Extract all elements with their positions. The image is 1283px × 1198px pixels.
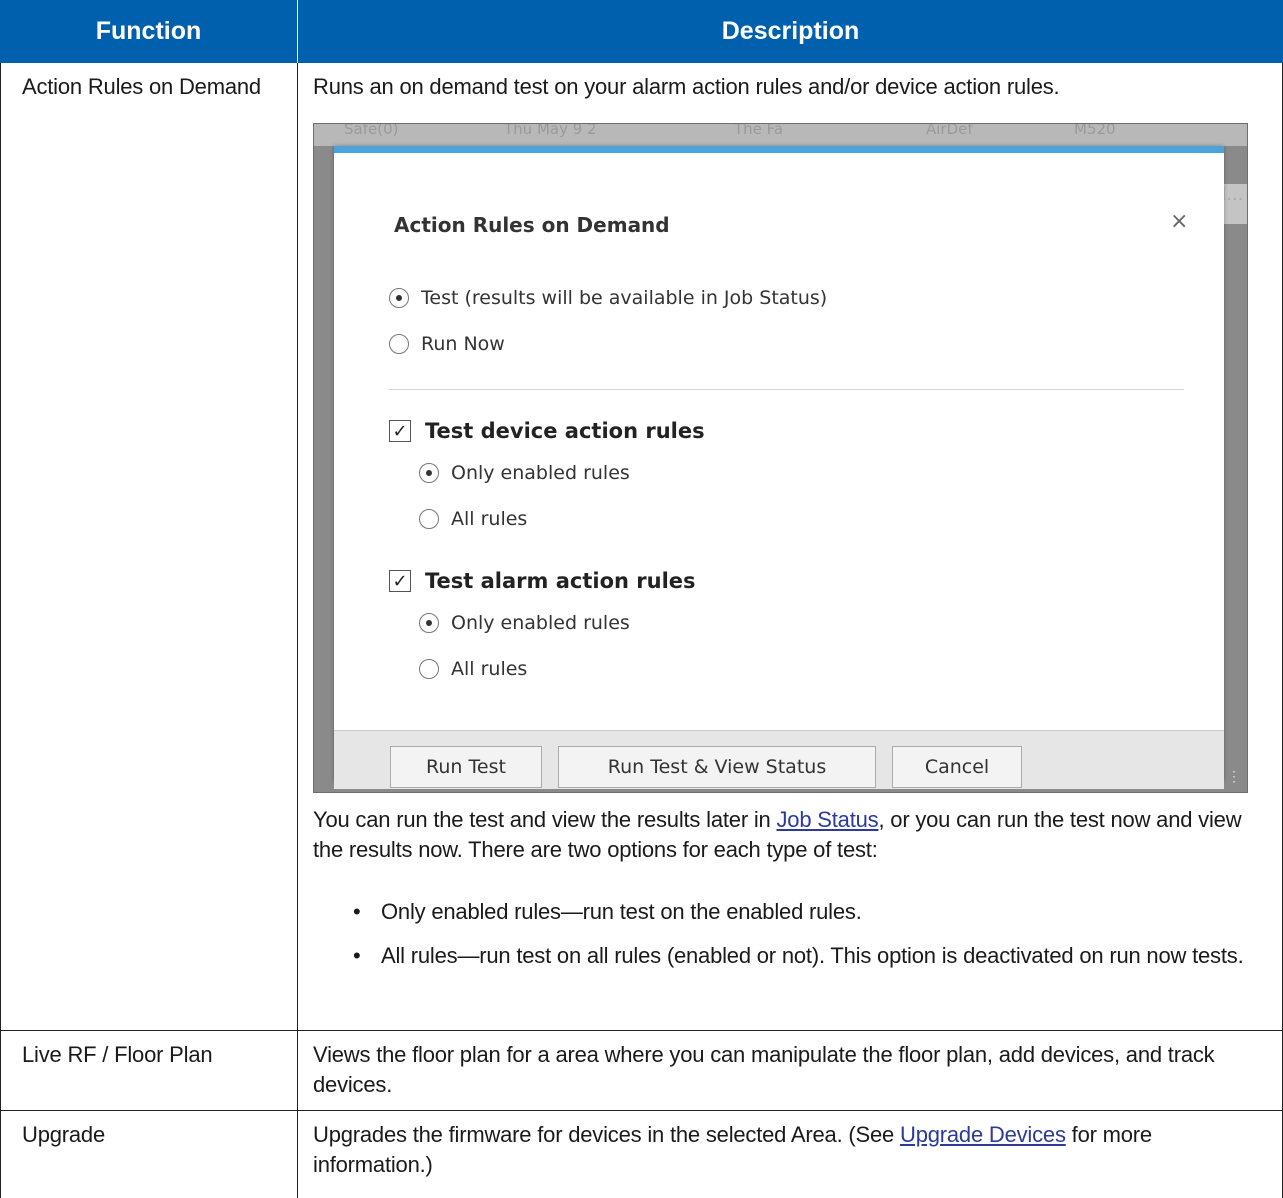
checkbox-alarm-rules[interactable]: ✓ Test alarm action rules bbox=[389, 569, 696, 593]
row-divider-1 bbox=[0, 1030, 1283, 1031]
upgrade-text-pre: Upgrades the firmware for devices in the… bbox=[313, 1122, 900, 1147]
resize-grip-icon[interactable]: ⋮⋮ bbox=[1227, 769, 1247, 783]
checkbox-alarm-rules-label: Test alarm action rules bbox=[425, 569, 696, 593]
separator bbox=[389, 389, 1184, 390]
checkbox-checked-icon: ✓ bbox=[389, 570, 411, 592]
list-item: Only enabled rules—run test on the enabl… bbox=[313, 897, 1273, 927]
row-upgrade-description: Upgrades the firmware for devices in the… bbox=[313, 1120, 1273, 1180]
column-divider bbox=[297, 63, 298, 1198]
run-test-view-status-button[interactable]: Run Test & View Status bbox=[558, 746, 876, 788]
header-function: Function bbox=[0, 0, 297, 63]
row-live-rf-function: Live RF / Floor Plan bbox=[22, 1042, 213, 1067]
dialog-footer: Run Test Run Test & View Status Cancel bbox=[334, 730, 1224, 789]
bg-date-label: Thu May 9 2 bbox=[504, 123, 597, 138]
checkbox-device-rules[interactable]: ✓ Test device action rules bbox=[389, 419, 705, 443]
after-text-pre: You can run the test and view the result… bbox=[313, 807, 777, 832]
row-live-rf-description: Views the floor plan for a area where yo… bbox=[313, 1042, 1215, 1097]
radio-alarm-all[interactable]: All rules bbox=[419, 658, 527, 680]
radio-alarm-enabled-label: Only enabled rules bbox=[451, 612, 630, 634]
radio-alarm-all-label: All rules bbox=[451, 658, 528, 680]
row-upgrade-function: Upgrade bbox=[22, 1122, 105, 1147]
radio-unselected-icon bbox=[389, 334, 409, 354]
radio-device-all[interactable]: All rules bbox=[419, 508, 527, 530]
checkbox-checked-icon: ✓ bbox=[389, 420, 411, 442]
radio-test[interactable]: Test (results will be available in Job S… bbox=[389, 287, 827, 309]
radio-test-label: Test (results will be available in Job S… bbox=[421, 287, 828, 309]
list-item: All rules—run test on all rules (enabled… bbox=[313, 941, 1273, 971]
close-icon[interactable]: × bbox=[1170, 209, 1188, 234]
dialog-screenshot: Safe(0) Thu May 9 2 The Fa AirDef M520 I… bbox=[313, 123, 1248, 793]
radio-selected-icon bbox=[419, 463, 439, 483]
radio-unselected-icon bbox=[419, 509, 439, 529]
background-toolbar: Safe(0) Thu May 9 2 The Fa AirDef M520 bbox=[314, 124, 1247, 146]
radio-device-enabled-label: Only enabled rules bbox=[451, 462, 630, 484]
bg-fa-label: The Fa bbox=[734, 123, 784, 138]
radio-unselected-icon bbox=[419, 659, 439, 679]
action-rules-dialog: Action Rules on Demand × Test (results w… bbox=[334, 146, 1224, 789]
row-action-rules-after: You can run the test and view the result… bbox=[313, 805, 1273, 865]
radio-selected-icon bbox=[389, 288, 409, 308]
header-description: Description bbox=[298, 0, 1283, 63]
table-border-left bbox=[0, 63, 1, 1198]
options-bullet-list: Only enabled rules—run test on the enabl… bbox=[313, 897, 1273, 985]
radio-run-now[interactable]: Run Now bbox=[389, 333, 505, 355]
checkbox-device-rules-label: Test device action rules bbox=[425, 419, 705, 443]
upgrade-devices-link[interactable]: Upgrade Devices bbox=[900, 1122, 1066, 1147]
dialog-title: Action Rules on Demand bbox=[394, 213, 670, 237]
radio-selected-icon bbox=[419, 613, 439, 633]
radio-device-all-label: All rules bbox=[451, 508, 528, 530]
bg-m520-label: M520 bbox=[1074, 123, 1116, 138]
cancel-button[interactable]: Cancel bbox=[892, 746, 1022, 788]
radio-device-enabled[interactable]: Only enabled rules bbox=[419, 462, 630, 484]
row-action-rules-function: Action Rules on Demand bbox=[22, 74, 261, 99]
job-status-link[interactable]: Job Status bbox=[777, 807, 879, 832]
radio-alarm-enabled[interactable]: Only enabled rules bbox=[419, 612, 630, 634]
radio-run-now-label: Run Now bbox=[421, 333, 505, 355]
bg-safe-label: Safe(0) bbox=[344, 123, 399, 138]
row-divider-2 bbox=[0, 1110, 1283, 1111]
bg-airdef-label: AirDef bbox=[926, 123, 973, 138]
row-action-rules-intro: Runs an on demand test on your alarm act… bbox=[313, 74, 1060, 99]
run-test-button[interactable]: Run Test bbox=[390, 746, 542, 788]
